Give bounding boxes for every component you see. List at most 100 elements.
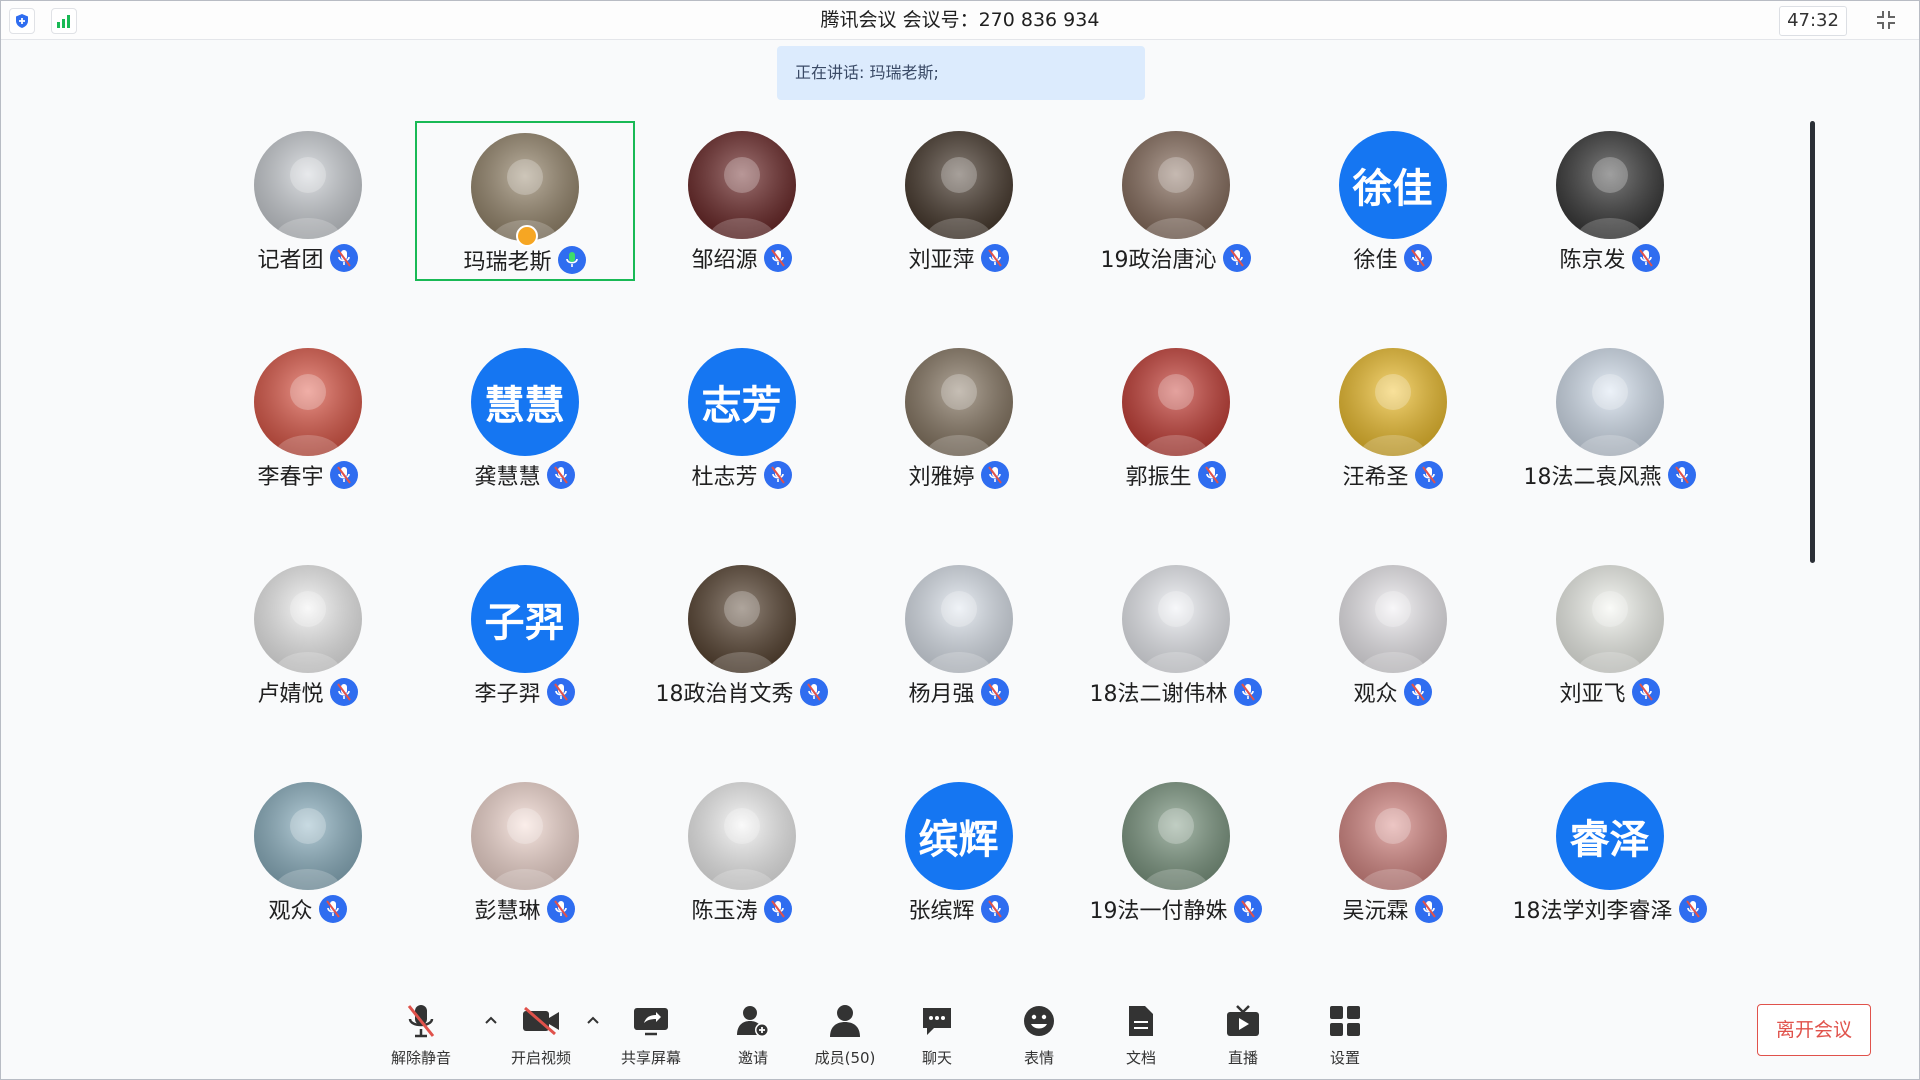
participant-tile[interactable]: 睿泽 18法学刘李睿泽 bbox=[1500, 772, 1720, 932]
mic-muted-icon bbox=[1678, 895, 1707, 923]
grid-scrollbar[interactable] bbox=[1810, 121, 1815, 563]
participant-tile[interactable]: 郭振生 bbox=[1066, 338, 1286, 498]
docs-button[interactable]: 文档 bbox=[1099, 1001, 1183, 1077]
avatar bbox=[687, 565, 796, 673]
participant-tile[interactable]: 彭慧琳 bbox=[415, 772, 635, 932]
participant-tile[interactable]: 19政治唐沁 bbox=[1066, 121, 1286, 281]
mic-muted-icon bbox=[1631, 244, 1660, 272]
document-icon bbox=[1121, 1001, 1161, 1041]
participant-name-row: 观众 bbox=[1283, 677, 1503, 707]
start-video-label: 开启视频 bbox=[510, 1049, 571, 1067]
avatar-photo-icon bbox=[253, 131, 362, 239]
participant-tile[interactable]: 杨月强 bbox=[849, 555, 1069, 715]
mic-muted-icon bbox=[329, 244, 358, 272]
participant-name-row: 李子羿 bbox=[415, 677, 635, 707]
participant-tile[interactable]: 刘亚萍 bbox=[849, 121, 1069, 281]
members-label: 成员(50) bbox=[814, 1049, 876, 1067]
avatar bbox=[253, 131, 362, 239]
participant-tile[interactable]: 18法二袁风燕 bbox=[1500, 338, 1720, 498]
participant-tile[interactable]: 18政治肖文秀 bbox=[632, 555, 852, 715]
avatar bbox=[470, 782, 579, 890]
mic-muted-icon bbox=[1414, 895, 1443, 923]
chat-button[interactable]: 聊天 bbox=[895, 1001, 979, 1077]
participant-tile[interactable]: 陈玉涛 bbox=[632, 772, 852, 932]
avatar-photo-icon bbox=[253, 348, 362, 456]
participant-name: 玛瑞老斯 bbox=[463, 250, 552, 275]
participant-tile[interactable]: 邹绍源 bbox=[632, 121, 852, 281]
participant-tile[interactable]: 卢婧悦 bbox=[198, 555, 418, 715]
participant-tile[interactable]: 志芳 杜志芳 bbox=[632, 338, 852, 498]
participant-name: 刘亚飞 bbox=[1559, 682, 1626, 707]
live-button[interactable]: 直播 bbox=[1201, 1001, 1285, 1077]
mic-muted-icon bbox=[1403, 678, 1432, 706]
participant-name-row: 邹绍源 bbox=[632, 243, 852, 273]
apps-grid-icon bbox=[1325, 1001, 1365, 1041]
participant-tile[interactable]: 徐佳 徐佳 bbox=[1283, 121, 1503, 281]
participant-name-row: 刘雅婷 bbox=[849, 460, 1069, 490]
video-off-icon bbox=[521, 1001, 561, 1041]
avatar: 睿泽 bbox=[1555, 782, 1664, 890]
share-screen-button[interactable]: 共享屏幕 bbox=[609, 1001, 693, 1077]
participant-name: 观众 bbox=[1353, 682, 1398, 707]
emoji-icon bbox=[1019, 1001, 1059, 1041]
mic-muted-icon bbox=[1631, 678, 1660, 706]
participant-name-row: 刘亚飞 bbox=[1500, 677, 1720, 707]
participant-name: 吴沅霖 bbox=[1342, 899, 1409, 924]
participant-tile[interactable]: 吴沅霖 bbox=[1283, 772, 1503, 932]
avatar bbox=[1555, 131, 1664, 239]
avatar bbox=[687, 131, 796, 239]
participant-tile[interactable]: 子羿 李子羿 bbox=[415, 555, 635, 715]
meeting-window: 腾讯会议 会议号：270 836 934 47:32 正在讲话: 玛瑞老斯; 记… bbox=[0, 0, 1920, 1080]
participant-tile[interactable]: 观众 bbox=[198, 772, 418, 932]
participant-name-row: 18法二袁风燕 bbox=[1500, 460, 1720, 490]
participant-tile[interactable]: 18法二谢伟林 bbox=[1066, 555, 1286, 715]
avatar bbox=[1121, 348, 1230, 456]
start-video-button[interactable]: 开启视频 bbox=[499, 1001, 583, 1077]
participant-name-row: 18法学刘李睿泽 bbox=[1500, 894, 1720, 924]
avatar-photo-icon bbox=[1555, 348, 1664, 456]
mic-muted-icon bbox=[329, 461, 358, 489]
participant-name: 18法二袁风燕 bbox=[1523, 465, 1662, 490]
avatar bbox=[1121, 131, 1230, 239]
avatar bbox=[253, 348, 362, 456]
participant-name-row: 18法二谢伟林 bbox=[1066, 677, 1286, 707]
settings-button[interactable]: 设置 bbox=[1303, 1001, 1387, 1077]
title-bar: 腾讯会议 会议号：270 836 934 47:32 bbox=[1, 1, 1919, 40]
participant-name-row: 龚慧慧 bbox=[415, 460, 635, 490]
unmute-button[interactable]: 解除静音 bbox=[379, 1001, 463, 1077]
members-button[interactable]: 成员(50) bbox=[803, 1001, 887, 1077]
avatar-photo-icon bbox=[904, 131, 1013, 239]
participant-tile[interactable]: 慧慧 龚慧慧 bbox=[415, 338, 635, 498]
participant-tile[interactable]: 观众 bbox=[1283, 555, 1503, 715]
mic-muted-icon bbox=[1414, 461, 1443, 489]
participant-tile[interactable]: 刘亚飞 bbox=[1500, 555, 1720, 715]
leave-meeting-button[interactable]: 离开会议 bbox=[1757, 1004, 1871, 1056]
participant-tile[interactable]: 缤辉 张缤辉 bbox=[849, 772, 1069, 932]
participant-tile[interactable]: 19法一付静姝 bbox=[1066, 772, 1286, 932]
participant-name: 彭慧琳 bbox=[474, 899, 541, 924]
avatar: 子羿 bbox=[470, 565, 579, 673]
avatar-photo-icon bbox=[1555, 131, 1664, 239]
avatar-photo-icon bbox=[1555, 565, 1664, 673]
video-options-caret-icon[interactable] bbox=[585, 1013, 601, 1027]
mic-muted-icon bbox=[329, 678, 358, 706]
add-user-icon bbox=[733, 1001, 773, 1041]
invite-button[interactable]: 邀请 bbox=[711, 1001, 795, 1077]
exit-fullscreen-icon[interactable] bbox=[1871, 6, 1901, 34]
participant-tile[interactable]: 玛瑞老斯 bbox=[414, 121, 635, 281]
participant-tile[interactable]: 陈京发 bbox=[1500, 121, 1720, 281]
audio-options-caret-icon[interactable] bbox=[483, 1013, 499, 1027]
mic-muted-icon bbox=[546, 895, 575, 923]
participant-tile[interactable]: 李春宇 bbox=[198, 338, 418, 498]
docs-label: 文档 bbox=[1125, 1049, 1156, 1067]
participant-name: 记者团 bbox=[257, 248, 324, 273]
participant-tile[interactable]: 刘雅婷 bbox=[849, 338, 1069, 498]
avatar bbox=[1338, 565, 1447, 673]
participant-name: 19法一付静姝 bbox=[1089, 899, 1228, 924]
participant-tile[interactable]: 汪希圣 bbox=[1283, 338, 1503, 498]
meeting-toolbar: 解除静音 开启视频 共享屏幕 邀请 成员(50) 聊天 表情 文档 直播 设置 … bbox=[1, 991, 1919, 1079]
chat-label: 聊天 bbox=[921, 1049, 952, 1067]
emoji-button[interactable]: 表情 bbox=[997, 1001, 1081, 1077]
participant-name-row: 吴沅霖 bbox=[1283, 894, 1503, 924]
participant-tile[interactable]: 记者团 bbox=[198, 121, 418, 281]
